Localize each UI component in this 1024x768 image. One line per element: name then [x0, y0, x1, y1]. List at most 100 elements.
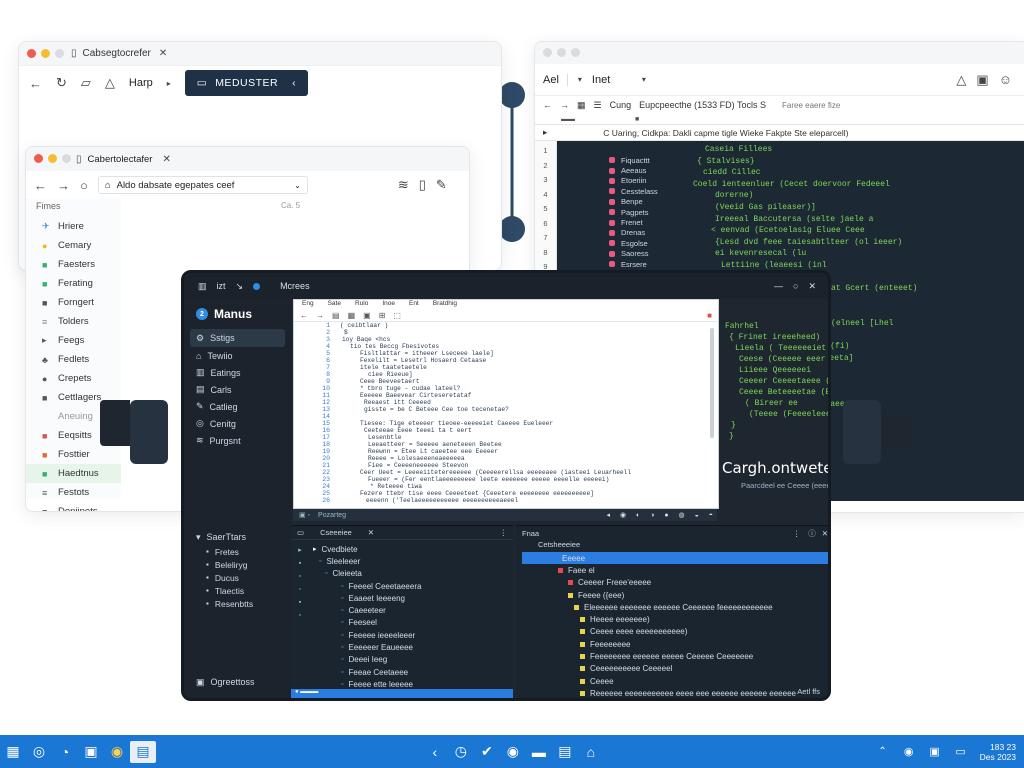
- tool-icon[interactable]: ⊞: [379, 311, 386, 320]
- address-bar[interactable]: ⌂ Aldo dabsate egepates ceef ⌄: [97, 176, 308, 194]
- stop-icon[interactable]: ■: [707, 311, 712, 320]
- grid-icon[interactable]: ▦: [577, 100, 586, 111]
- minimize-icon[interactable]: —: [774, 281, 783, 291]
- store-icon[interactable]: ▣: [78, 741, 104, 763]
- sidebar-item[interactable]: ■ Fosttier: [26, 445, 121, 464]
- info-icon[interactable]: ⓘ: [808, 528, 816, 539]
- tree-item[interactable]: Ceeee eeee eeeeeeeeeee): [522, 626, 828, 638]
- sheet-label-row[interactable]: Frenet: [609, 217, 658, 227]
- formula-bar[interactable]: Eupcpeecthe (1533 FD) Tocls S: [639, 100, 766, 110]
- meduster-button[interactable]: ▭ MEDUSTER ‹: [184, 70, 309, 96]
- reload-icon[interactable]: ○: [80, 178, 88, 193]
- tree-item[interactable]: Feeeee eeeee ceeeeee eeeeeeee Ceeeee: [522, 700, 831, 701]
- toolbar-icons[interactable]: ◂ ◉ ◐ ◑ ● ◍ ◒ ◓: [607, 511, 717, 519]
- sidebar-item[interactable]: ≡ Tolders: [26, 312, 121, 331]
- editor-menu-item[interactable]: Ent: [409, 300, 419, 310]
- nav-item[interactable]: ≋ Purgsnt: [184, 432, 291, 449]
- sheet-label-row[interactable]: Etoeriin: [609, 176, 658, 186]
- forward-icon[interactable]: →: [57, 178, 70, 193]
- tree-item[interactable]: ▫ Feeeee ieeeeleeer: [309, 629, 444, 641]
- bell-icon[interactable]: △: [105, 75, 115, 91]
- sheet-label-row[interactable]: Fiquacttt: [609, 155, 658, 165]
- editor-scrollbar[interactable]: [710, 328, 714, 438]
- chevron-down-icon[interactable]: ▾: [642, 75, 646, 84]
- tree-item[interactable]: ▫ Sleeleeer: [309, 555, 444, 567]
- nav-item[interactable]: ⚙ Sstigs: [190, 329, 285, 347]
- sidebar-item[interactable]: ≡ Festots: [26, 483, 121, 502]
- nav-item[interactable]: ◎ Cenitg: [184, 415, 291, 432]
- window-controls[interactable]: [34, 150, 76, 168]
- more-icon[interactable]: ⋮: [793, 529, 801, 538]
- chat-icon[interactable]: ▬: [526, 741, 552, 763]
- nav-item[interactable]: ▥ Eatings: [184, 364, 291, 381]
- sidebar-item[interactable]: ■ Ferating: [26, 274, 121, 293]
- sidebar-item[interactable]: ■ Deniipets: [26, 502, 121, 511]
- brand[interactable]: 2 Manus: [184, 299, 291, 329]
- right-panel-tab[interactable]: Cetsheeeiee: [516, 540, 828, 552]
- user-icon[interactable]: ☺: [999, 72, 1012, 87]
- search-icon[interactable]: ◎: [26, 741, 52, 763]
- clock[interactable]: 183 23 Des 2023: [980, 742, 1016, 762]
- close-tab-icon[interactable]: ✕: [162, 154, 170, 165]
- sheet-label-row[interactable]: Esgolse: [609, 238, 658, 248]
- tool-icon[interactable]: ⬚: [393, 311, 401, 320]
- clock-icon[interactable]: ◷: [448, 741, 474, 763]
- tree-item[interactable]: Feeeeeeee eeeeee eeeee Ceeeee Ceeeeeee: [522, 650, 828, 662]
- section2-header[interactable]: ▾ SaerTtars: [184, 529, 291, 545]
- tree-item[interactable]: Ceeeeeeeeee Ceeeeel: [522, 663, 828, 675]
- up-arrow-icon[interactable]: ⌃: [870, 741, 896, 763]
- sidebar-item[interactable]: ■ Haedtnus: [26, 464, 121, 483]
- close-tab-icon[interactable]: ✕: [159, 48, 167, 59]
- sheet-label-row[interactable]: Esrsere: [609, 259, 658, 269]
- window-controls[interactable]: [27, 45, 69, 63]
- tree-item[interactable]: Reeeeee eeeeeeeeeee eeee eee eeeeee eeee…: [522, 687, 828, 698]
- home-icon[interactable]: ⌂: [578, 741, 604, 763]
- tree-item[interactable]: ▫ Caeeeteer: [309, 604, 444, 616]
- tree-item[interactable]: Heeee eeeeeee): [522, 613, 828, 625]
- file-icon[interactable]: ▤: [130, 740, 156, 763]
- sheet-label-row[interactable]: Saoress: [609, 249, 658, 259]
- sidebar-item[interactable]: ■ Faesters: [26, 255, 121, 274]
- tab-title[interactable]: Cabertolectafer: [88, 154, 153, 165]
- battery-icon[interactable]: ▭: [948, 741, 974, 763]
- editor-menu-item[interactable]: Rulo: [355, 300, 368, 310]
- clock-icon[interactable]: ◔: [52, 741, 78, 763]
- sheet-label-row[interactable]: Cesstelass: [609, 186, 658, 196]
- bookmark-icon[interactable]: ▱: [81, 75, 91, 91]
- check-icon[interactable]: ✔: [474, 741, 500, 763]
- pen-icon[interactable]: ✎: [436, 177, 447, 193]
- forward-icon[interactable]: ↻: [56, 75, 67, 91]
- more-icon[interactable]: ⋮: [500, 528, 508, 537]
- rows-icon[interactable]: ☰: [594, 100, 602, 111]
- tree-item[interactable]: Ceeee: [522, 675, 828, 687]
- sidebar-item[interactable]: ▸ Feegs: [26, 331, 121, 350]
- editor-menu-item[interactable]: Sate: [328, 300, 341, 310]
- sheet-label-row[interactable]: Pagpets: [609, 207, 658, 217]
- tree-item[interactable]: ▫ Deeei Ieeg: [309, 654, 444, 666]
- font-select[interactable]: Inet: [592, 74, 632, 86]
- tree-item[interactable]: Feeee ({eee): [522, 589, 828, 601]
- sidebar-item[interactable]: ● Crepets: [26, 369, 121, 388]
- tree-item[interactable]: ▫ Eeeeeer Eaueeee: [309, 641, 444, 653]
- chevron-down-icon[interactable]: ▾: [578, 75, 582, 84]
- editor-menu-item[interactable]: Bratdhig: [433, 300, 457, 310]
- nav-item[interactable]: ⌂ Tewiio: [184, 347, 291, 364]
- sidebar-item[interactable]: ♣ Fedlets: [26, 350, 121, 369]
- sidebar-item[interactable]: ■ Forngert: [26, 293, 121, 312]
- tree-item[interactable]: ▫ Feeseel: [309, 617, 444, 629]
- chevron-left-icon[interactable]: ‹: [422, 741, 448, 763]
- bell-icon[interactable]: △: [956, 72, 966, 88]
- tree-item[interactable]: Eleeeeee eeeeeee eeeeee Ceeeeee feeeeeee…: [522, 601, 828, 613]
- volume-icon[interactable]: ▣: [922, 741, 948, 763]
- calendar-icon[interactable]: ▣: [976, 72, 988, 88]
- sheet-label-row[interactable]: Drenas: [609, 228, 658, 238]
- maximize-icon[interactable]: ○: [793, 281, 798, 291]
- tool-icon[interactable]: ▣: [363, 311, 371, 320]
- tab-title[interactable]: Cabsegtocrefer: [83, 48, 151, 59]
- back-icon[interactable]: ←: [29, 76, 42, 91]
- footer-item[interactable]: ▣ Ogreettoss: [184, 674, 255, 690]
- section-item[interactable]: ▪ Resenbtts: [184, 597, 291, 610]
- tool-icon[interactable]: ▦: [348, 311, 356, 320]
- expand-icon[interactable]: ▸: [543, 127, 547, 138]
- sidebar-item[interactable]: ● Cemary: [26, 236, 121, 255]
